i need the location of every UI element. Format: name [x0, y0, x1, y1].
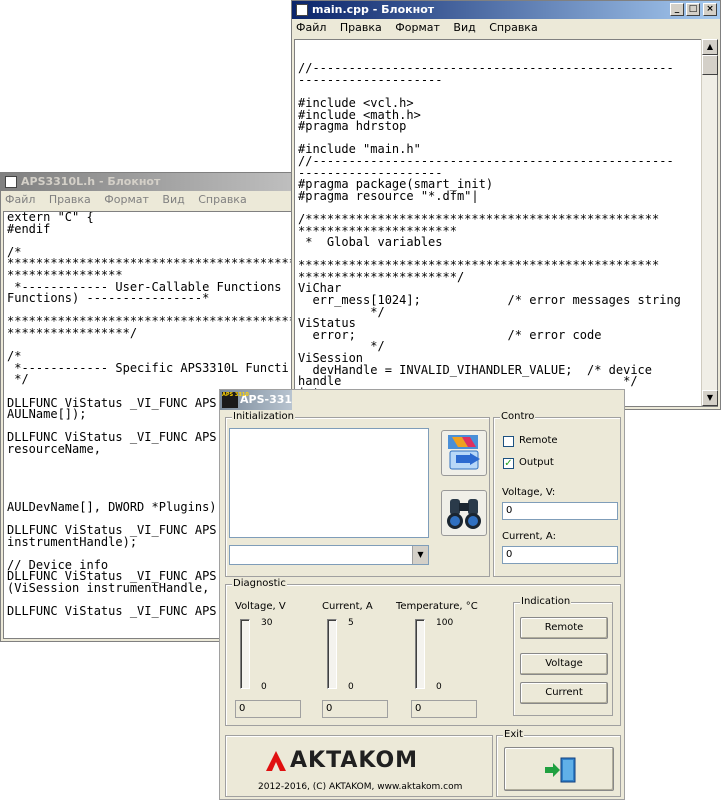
- output-checkbox[interactable]: ✓: [503, 458, 514, 469]
- code-line: --------------------: [298, 72, 443, 87]
- temperature-readout: 0: [411, 700, 477, 718]
- binoculars-icon: [447, 499, 481, 529]
- diagnostic-group: Diagnostic Voltage, V 30 0 0 Current, A …: [225, 578, 621, 726]
- control-group: Contro Remote ✓ Output Voltage, V: 0 Cur…: [493, 411, 621, 577]
- remote-checkbox[interactable]: [503, 436, 514, 447]
- temperature-gauge-min: 0: [436, 682, 442, 692]
- code-line: #pragma resource "*.dfm"|: [298, 188, 479, 203]
- temperature-gauge-max: 100: [436, 618, 454, 628]
- indication-group: Indication Remote Voltage Current: [513, 596, 613, 716]
- current-gauge-label: Current, A: [322, 601, 373, 612]
- code-line: #endif: [7, 221, 51, 236]
- remote-indicator-button[interactable]: Remote: [520, 617, 608, 639]
- aps-app-window: APS 3310 APS-3310 Initialization ▼: [219, 389, 625, 800]
- minimize-icon[interactable]: _: [670, 3, 684, 16]
- notepad-header-menubar: Файл Правка Формат Вид Справка: [1, 191, 299, 209]
- notepad-header-title: APS3310L.h - Блокнот: [21, 175, 161, 188]
- current-setpoint-field[interactable]: 0: [502, 546, 618, 564]
- close-icon[interactable]: ×: [703, 3, 717, 16]
- control-label: Contro: [500, 411, 536, 422]
- notepad-main-menubar: Файл Правка Формат Вид Справка: [292, 19, 720, 37]
- aktakom-logo-text: AKTAKOM: [290, 748, 419, 773]
- aktakom-logo: AKTAKOM: [264, 748, 418, 773]
- code-line: #pragma hdrstop: [298, 119, 407, 134]
- current-setpoint-label: Current, A:: [502, 531, 556, 542]
- search-button[interactable]: [441, 490, 487, 536]
- notepad-icon: [5, 176, 17, 188]
- voltage-gauge-min: 0: [261, 682, 267, 692]
- code-line: */: [7, 372, 29, 387]
- indication-label: Indication: [520, 596, 572, 607]
- exit-button[interactable]: [504, 747, 614, 791]
- code-line: *------------ Specific APS3310L Functi: [7, 360, 289, 375]
- voltage-indicator-button[interactable]: Voltage: [520, 653, 608, 675]
- maximize-icon[interactable]: □: [686, 3, 700, 16]
- scroll-thumb[interactable]: [702, 55, 718, 75]
- menu-file[interactable]: Файл: [296, 21, 326, 34]
- current-readout: 0: [322, 700, 388, 718]
- code-line: *****************/: [7, 325, 138, 340]
- device-dropdown[interactable]: ▼: [229, 545, 429, 565]
- voltage-gauge: [240, 619, 250, 689]
- logo-area: AKTAKOM 2012-2016, (C) AKTAKOM, www.akta…: [225, 735, 493, 797]
- voltage-readout: 0: [235, 700, 301, 718]
- notepad-main-title: main.cpp - Блокнот: [312, 3, 435, 16]
- code-line: handle */: [298, 374, 638, 389]
- code-line: */: [298, 304, 385, 319]
- current-gauge-min: 0: [348, 682, 354, 692]
- menu-help[interactable]: Справка: [489, 21, 537, 34]
- aps-app-icon: APS 3310: [222, 392, 249, 408]
- voltage-gauge-max: 30: [261, 618, 273, 628]
- connect-button[interactable]: [441, 430, 487, 476]
- vertical-scrollbar[interactable]: ▲ ▼: [701, 39, 718, 406]
- code-line: * Global variables: [298, 235, 443, 250]
- plug-connect-icon: [448, 435, 480, 470]
- current-gauge: [327, 619, 337, 689]
- notepad-main-text-area[interactable]: //--------------------------------------…: [294, 39, 718, 407]
- exit-group: Exit: [496, 729, 621, 797]
- exit-label: Exit: [503, 729, 524, 740]
- menu-view[interactable]: Вид: [453, 21, 475, 34]
- output-checkbox-label: Output: [519, 457, 554, 468]
- remote-checkbox-label: Remote: [519, 435, 558, 446]
- exit-door-icon: [545, 757, 576, 783]
- notepad-main-titlebar[interactable]: main.cpp - Блокнот _ □ ×: [292, 1, 720, 19]
- menu-file[interactable]: Файл: [5, 193, 35, 206]
- code-line: **********************/: [298, 269, 465, 284]
- voltage-setpoint-label: Voltage, V:: [502, 487, 556, 498]
- copyright-text: 2012-2016, (C) AKTAKOM, www.aktakom.com: [258, 782, 463, 792]
- menu-format[interactable]: Формат: [104, 193, 149, 206]
- voltage-setpoint-field[interactable]: 0: [502, 502, 618, 520]
- scroll-down-icon[interactable]: ▼: [702, 390, 718, 406]
- device-list[interactable]: [229, 428, 429, 538]
- code-line: extern "C" {: [7, 211, 94, 224]
- menu-format[interactable]: Формат: [395, 21, 440, 34]
- menu-edit[interactable]: Правка: [49, 193, 91, 206]
- diagnostic-label: Diagnostic: [232, 578, 287, 589]
- scroll-up-icon[interactable]: ▲: [702, 39, 718, 55]
- aps-titlebar[interactable]: APS 3310 APS-3310: [220, 390, 292, 410]
- menu-view[interactable]: Вид: [162, 193, 184, 206]
- notepad-icon: [296, 4, 308, 16]
- current-gauge-max: 5: [348, 618, 354, 628]
- chevron-down-icon[interactable]: ▼: [412, 546, 428, 564]
- notepad-header-titlebar[interactable]: APS3310L.h - Блокнот: [1, 173, 299, 191]
- voltage-gauge-label: Voltage, V: [235, 601, 286, 612]
- temperature-gauge: [415, 619, 425, 689]
- menu-help[interactable]: Справка: [198, 193, 246, 206]
- initialization-label: Initialization: [232, 411, 295, 422]
- temperature-gauge-label: Temperature, °C: [396, 601, 478, 612]
- notepad-window-main: main.cpp - Блокнот _ □ × Файл Правка Фор…: [291, 0, 721, 410]
- current-indicator-button[interactable]: Current: [520, 682, 608, 704]
- aktakom-logo-mark: [266, 750, 286, 771]
- initialization-group: Initialization ▼: [225, 411, 490, 577]
- code-line: Functions) ----------------*: [7, 291, 210, 306]
- menu-edit[interactable]: Правка: [340, 21, 382, 34]
